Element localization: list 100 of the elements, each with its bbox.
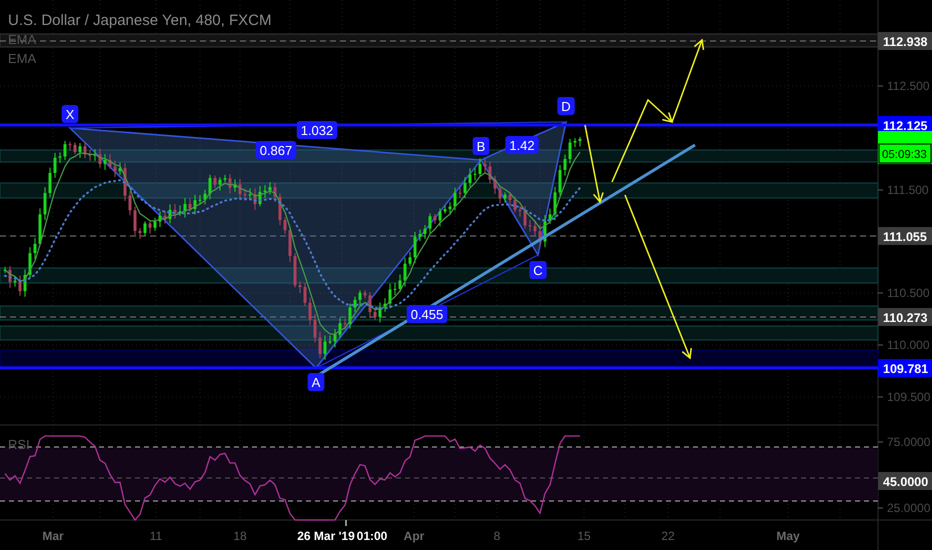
candlestick — [498, 184, 502, 204]
price-tag: 111.055 — [878, 227, 932, 245]
time-label: 8 — [494, 529, 500, 543]
point-label: X — [62, 105, 78, 123]
candlestick — [428, 212, 432, 234]
axis-label: 109.500 — [887, 390, 930, 404]
time-label: 11 — [150, 529, 162, 543]
chart-title: U.S. Dollar / Japanese Yen, 480, FXCM — [8, 12, 272, 29]
candlestick — [238, 178, 242, 200]
rsi-tag: 45.0000 — [878, 472, 932, 490]
candlestick — [564, 154, 566, 176]
candlestick — [94, 148, 96, 162]
candlestick — [234, 178, 236, 192]
axis-label: 25.0000 — [887, 501, 930, 515]
candlestick — [364, 290, 366, 299]
candlestick — [198, 194, 202, 205]
candlestick — [504, 192, 506, 204]
candlestick — [494, 175, 496, 194]
candlestick — [544, 214, 546, 248]
candlestick — [324, 334, 326, 360]
candlestick — [244, 188, 246, 202]
candlestick — [284, 216, 286, 234]
cursor-time-label: 01:00 — [356, 529, 388, 543]
candlestick — [454, 187, 456, 211]
candlestick — [108, 154, 112, 170]
point-label: C — [529, 261, 547, 279]
time-label: 18 — [233, 529, 247, 543]
candlestick — [578, 136, 582, 147]
candlestick — [218, 176, 222, 192]
rsi-label: RSI — [8, 437, 30, 452]
candlestick — [508, 192, 512, 206]
candlestick — [384, 298, 386, 312]
candlestick — [458, 186, 462, 198]
candlestick — [84, 142, 86, 159]
candlestick — [88, 149, 92, 162]
time-label: May — [776, 529, 800, 543]
candlestick — [38, 208, 42, 247]
candlestick — [298, 281, 302, 294]
candlestick — [408, 251, 412, 267]
candlestick — [44, 186, 46, 221]
candlestick — [348, 302, 352, 330]
candlestick — [214, 175, 216, 188]
candlestick — [274, 182, 276, 202]
candlestick — [314, 314, 316, 343]
ratio-label: 0.867 — [256, 141, 296, 159]
candlestick — [278, 192, 282, 226]
candlestick — [414, 231, 416, 264]
countdown-tag: 05:09:33 — [878, 131, 932, 164]
candlestick — [128, 190, 132, 216]
candlestick — [264, 184, 266, 198]
candlestick — [568, 138, 572, 164]
axis-label: 110.000 — [887, 338, 930, 352]
candlestick — [254, 188, 256, 210]
candlestick — [58, 152, 62, 164]
candlestick — [574, 138, 576, 148]
candlestick — [174, 204, 176, 220]
candlestick — [424, 224, 426, 240]
candlestick — [418, 229, 422, 242]
candlestick — [194, 194, 196, 216]
candlestick — [558, 164, 562, 196]
candlestick — [168, 204, 172, 224]
ratio-label: 1.032 — [296, 121, 338, 139]
candlestick — [388, 283, 392, 309]
candlestick — [144, 220, 146, 236]
candlestick — [224, 174, 226, 183]
candlestick — [154, 217, 156, 232]
candlestick — [148, 220, 152, 234]
candlestick — [248, 188, 252, 200]
candlestick — [28, 246, 32, 279]
axis-label: 75.0000 — [887, 435, 930, 449]
candlestick — [268, 182, 272, 195]
candlestick — [138, 228, 142, 240]
time-label: Apr — [404, 529, 424, 543]
candlestick — [524, 205, 526, 230]
candlestick — [538, 224, 542, 246]
candlestick — [398, 274, 402, 292]
candlestick — [438, 208, 442, 227]
candlestick — [124, 162, 126, 202]
candlestick — [68, 141, 72, 152]
candlestick — [444, 204, 446, 214]
candlestick — [74, 142, 76, 155]
candlestick — [48, 167, 52, 198]
candlestick — [468, 168, 472, 188]
candlestick — [548, 208, 552, 224]
candlestick — [184, 198, 186, 218]
candlestick — [4, 266, 6, 274]
ratio-label: 0.455 — [406, 305, 448, 323]
candlestick — [114, 160, 116, 178]
candlestick — [14, 276, 16, 288]
time-label: 22 — [661, 529, 675, 543]
candlestick — [208, 174, 212, 200]
cursor-time-label: 26 Mar '19 — [297, 529, 355, 543]
candlestick — [484, 158, 486, 173]
time-label: 15 — [577, 529, 591, 543]
candlestick — [488, 161, 492, 184]
candlestick — [64, 140, 66, 160]
axis-label: 110.500 — [887, 286, 930, 300]
candlestick — [164, 210, 166, 224]
ratio-label: 1.42 — [505, 136, 539, 154]
candlestick — [338, 317, 342, 338]
